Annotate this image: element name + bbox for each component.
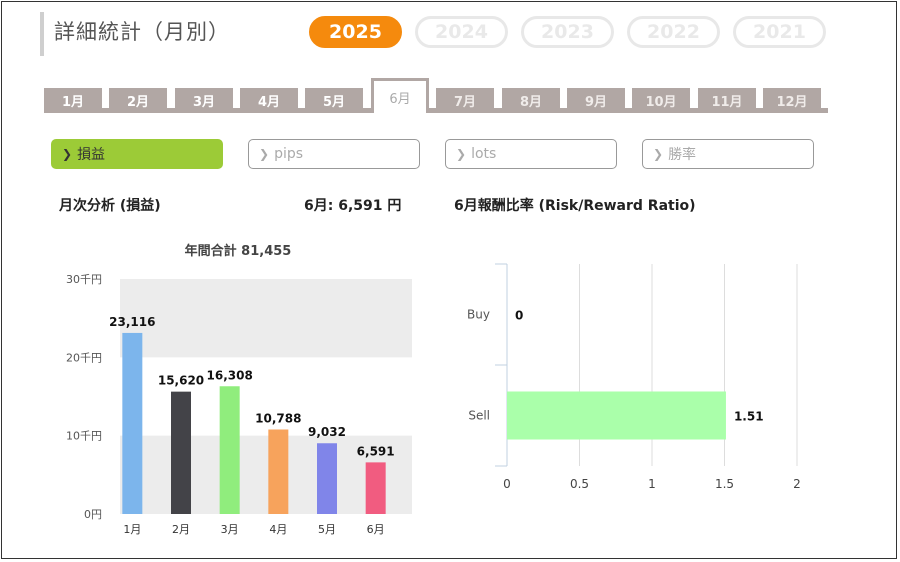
tab-month-7[interactable]: 7月	[436, 88, 494, 112]
page-title: 詳細統計（月別）	[54, 20, 230, 44]
title-accent-bar	[40, 12, 44, 56]
bar-1	[122, 332, 143, 514]
bar-value-label: 10,788	[255, 411, 301, 425]
filter-button-winrate[interactable]: ❯ 勝率	[642, 139, 814, 169]
x-tick-label: 2	[793, 477, 801, 491]
x-tick-label: 0	[503, 477, 511, 491]
year-selector: 2025 2024 2023 2022 2021	[309, 16, 826, 48]
x-tick-label: 6月	[367, 523, 385, 536]
year-button-2024[interactable]: 2024	[415, 16, 508, 48]
filter-label: lots	[471, 146, 497, 162]
risk-reward-heading: 6月報酬比率 (Risk/Reward Ratio)	[454, 198, 696, 214]
chevron-right-icon: ❯	[456, 147, 467, 161]
stats-panel: 詳細統計（月別） 2025 2024 2023 2022 2021 1月 2月 …	[1, 1, 897, 559]
year-button-2023[interactable]: 2023	[521, 16, 614, 48]
month-tabs: 1月 2月 3月 4月 5月 6月 7月 8月 9月 10月 11月 12月	[44, 78, 828, 113]
tab-month-5[interactable]: 5月	[305, 88, 363, 112]
bar-value-label: 6,591	[357, 444, 395, 458]
y-tick-label: 0円	[84, 508, 102, 521]
x-tick-label: 5月	[318, 523, 336, 536]
y-tick-label: 10千円	[66, 430, 102, 443]
hbar-value-label: 0	[515, 309, 523, 323]
tab-month-2[interactable]: 2月	[109, 88, 167, 112]
filter-button-lots[interactable]: ❯ lots	[445, 139, 617, 169]
tab-month-4[interactable]: 4月	[240, 88, 298, 112]
monthly-profit-chart: 0円 10千円 20千円 30千円 年間合計 81,455 23,116 1月 15,620 2…	[66, 243, 412, 536]
y-tick-label: 30千円	[66, 273, 102, 286]
filter-label: 勝率	[668, 147, 697, 163]
filter-label: pips	[274, 146, 304, 162]
tab-month-10[interactable]: 10月	[632, 88, 690, 112]
tab-month-1[interactable]: 1月	[44, 88, 102, 112]
bar-value-label: 15,620	[158, 374, 204, 388]
tab-month-6[interactable]: 6月	[371, 78, 429, 113]
year-button-2021[interactable]: 2021	[733, 16, 826, 48]
bar-5	[317, 443, 337, 514]
filter-button-pips[interactable]: ❯ pips	[248, 139, 420, 169]
bar-3	[219, 386, 240, 514]
x-tick-label: 1月	[123, 523, 141, 536]
bar-4	[268, 429, 289, 514]
bar-value-label: 23,116	[109, 315, 155, 329]
hbar-value-label: 1.51	[734, 410, 764, 424]
chevron-right-icon: ❯	[653, 147, 664, 161]
x-tick-label: 3月	[221, 523, 239, 536]
chart-title: 年間合計 81,455	[185, 243, 292, 259]
y-category-label: Sell	[468, 409, 490, 423]
x-tick-label: 0.5	[570, 477, 589, 491]
tab-month-8[interactable]: 8月	[502, 88, 560, 112]
plot-band	[120, 279, 412, 358]
risk-reward-chart: 0 0.5 1 1.5 2 Buy 0 Sell 1.51	[467, 263, 801, 491]
filter-label: 損益	[77, 147, 106, 163]
filter-button-profit[interactable]: ❯ 損益	[51, 139, 223, 169]
bar-value-label: 16,308	[207, 368, 253, 382]
chevron-right-icon: ❯	[62, 147, 73, 161]
tab-month-12[interactable]: 12月	[763, 88, 821, 112]
year-button-2022[interactable]: 2022	[627, 16, 720, 48]
bar-value-label: 9,032	[308, 425, 346, 439]
x-tick-label: 1.5	[715, 477, 734, 491]
x-tick-label: 2月	[172, 523, 190, 536]
bar-2	[171, 391, 191, 514]
year-button-2025[interactable]: 2025	[309, 16, 402, 48]
y-tick-label: 20千円	[66, 351, 102, 364]
chevron-right-icon: ❯	[259, 147, 270, 161]
hbar-sell	[507, 391, 726, 440]
tab-month-3[interactable]: 3月	[175, 88, 233, 112]
tab-month-11[interactable]: 11月	[698, 88, 756, 112]
monthly-analysis-heading: 月次分析 (損益)	[59, 198, 161, 214]
x-tick-label: 1	[648, 477, 656, 491]
y-category-label: Buy	[467, 308, 490, 322]
x-tick-label: 4月	[269, 523, 287, 536]
month-total-value: 6月: 6,591 円	[304, 198, 402, 214]
tab-month-9[interactable]: 9月	[567, 88, 625, 112]
bar-6	[365, 462, 386, 514]
